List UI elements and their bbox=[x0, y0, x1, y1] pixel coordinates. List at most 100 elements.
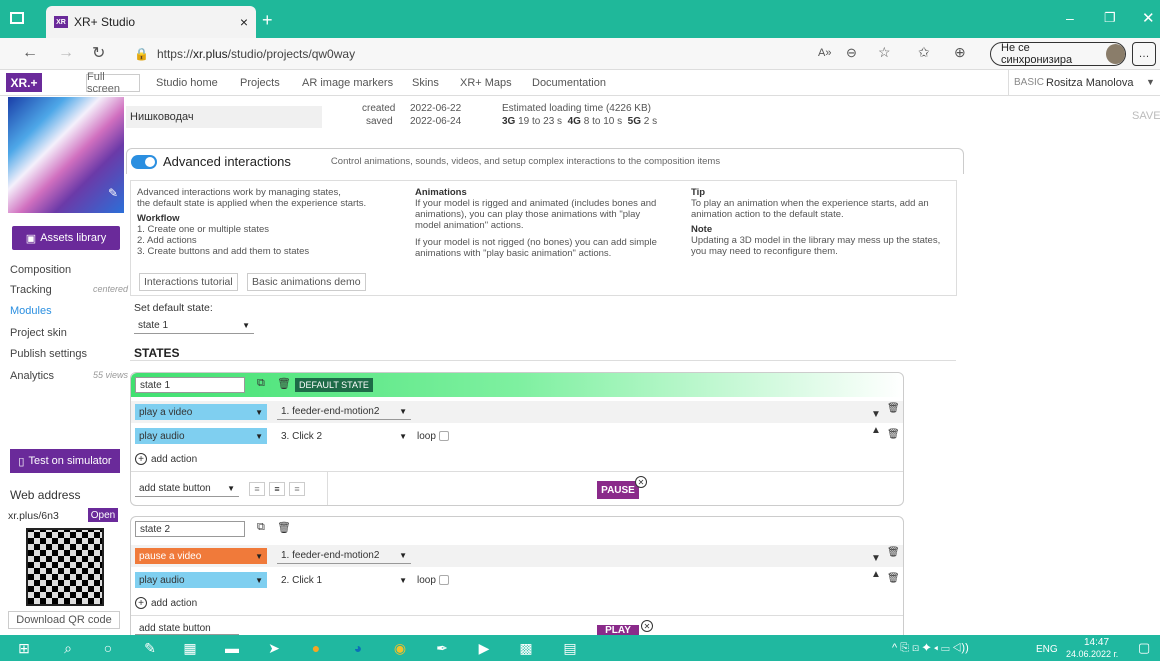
remove-button-icon[interactable]: ✕ bbox=[635, 476, 647, 488]
loop-checkbox[interactable] bbox=[438, 575, 449, 586]
action-target-select[interactable]: 3. Click 2 ▼ bbox=[277, 428, 411, 444]
nav-studio-home[interactable]: Studio home bbox=[156, 77, 218, 89]
favorites-list-icon[interactable]: ✩ bbox=[918, 44, 930, 61]
app-media-icon[interactable]: ▶ bbox=[474, 638, 494, 658]
nav-projects[interactable]: Projects bbox=[240, 77, 280, 89]
app-pen-icon[interactable]: ✎ bbox=[140, 638, 160, 658]
more-menu-icon[interactable]: … bbox=[1132, 42, 1156, 66]
nav-skins[interactable]: Skins bbox=[412, 77, 439, 89]
xr-logo[interactable]: XR.+ bbox=[6, 73, 42, 92]
basic-animations-demo-button[interactable]: Basic animations demo bbox=[247, 273, 366, 291]
save-button[interactable]: SAVE bbox=[1132, 110, 1160, 122]
app-calendar-icon[interactable]: ▩ bbox=[516, 638, 536, 658]
add-action-button[interactable]: + add action bbox=[135, 453, 197, 465]
project-name-input[interactable]: Нишководач bbox=[126, 106, 322, 128]
notification-icon[interactable]: ▢ bbox=[1138, 640, 1150, 656]
action-type-select[interactable]: pause a video ▼ bbox=[135, 548, 267, 564]
action-target-select[interactable]: 1. feeder-end-motion2 ▼ bbox=[277, 404, 411, 420]
download-qr-button[interactable]: Download QR code bbox=[8, 611, 120, 629]
duplicate-icon[interactable]: ⧉ bbox=[257, 377, 265, 390]
tab-actions-icon[interactable] bbox=[10, 12, 24, 24]
default-state-select[interactable]: state 1 ▼ bbox=[134, 318, 254, 334]
align-center-icon[interactable]: ≡ bbox=[269, 482, 285, 496]
back-icon[interactable]: ← bbox=[22, 44, 38, 62]
minimize-icon[interactable]: – bbox=[1066, 10, 1074, 26]
project-thumbnail[interactable] bbox=[8, 97, 124, 213]
assets-library-button[interactable]: ▣ Assets library bbox=[12, 226, 120, 250]
nav-documentation[interactable]: Documentation bbox=[532, 77, 606, 89]
url-field[interactable]: 🔒 https://xr.plus/studio/projects/qw0way bbox=[134, 43, 834, 65]
search-icon[interactable]: ⌕ bbox=[58, 638, 78, 658]
refresh-icon[interactable]: ↻ bbox=[92, 43, 105, 63]
app-brush-icon[interactable]: ✒ bbox=[432, 638, 452, 658]
app-grid-icon[interactable]: ▦ bbox=[180, 638, 200, 658]
browser-tab[interactable]: XR XR+ Studio × bbox=[46, 6, 256, 38]
collections-icon[interactable]: ⊕ bbox=[954, 44, 966, 61]
system-tray-icons[interactable]: ^ ⎘ ⊡ ✦ ◂ ▭ ◁)) bbox=[892, 642, 969, 655]
duplicate-icon[interactable]: ⧉ bbox=[257, 521, 265, 534]
read-aloud-icon[interactable]: A» bbox=[818, 47, 831, 59]
new-tab-icon[interactable]: + bbox=[262, 10, 273, 31]
add-state-button-select[interactable]: add state button ▼ bbox=[135, 481, 239, 497]
pause-state-button[interactable]: PAUSE bbox=[597, 481, 639, 499]
zoom-icon[interactable]: ⊖ bbox=[846, 45, 857, 61]
state-name-input[interactable]: state 1 bbox=[135, 377, 245, 393]
app-notes-icon[interactable]: ▤ bbox=[560, 638, 580, 658]
open-button[interactable]: Open bbox=[88, 508, 118, 522]
move-up-icon[interactable]: ▲ bbox=[871, 569, 881, 580]
sidebar-item-analytics[interactable]: Analytics 55 views bbox=[10, 370, 128, 382]
user-name[interactable]: Rositza Manolova bbox=[1046, 77, 1133, 89]
align-left-icon[interactable]: ≡ bbox=[249, 482, 265, 496]
chrome-icon[interactable]: ◉ bbox=[390, 638, 410, 658]
file-explorer-icon[interactable]: ▬ bbox=[222, 638, 242, 658]
nav-xr-maps[interactable]: XR+ Maps bbox=[460, 77, 512, 89]
edge-icon[interactable]: ◕ bbox=[348, 638, 368, 658]
firefox-icon[interactable]: ● bbox=[306, 638, 326, 658]
state-name-input[interactable]: state 2 bbox=[135, 521, 245, 537]
action-target-select[interactable]: 2. Click 1 ▼ bbox=[277, 572, 411, 588]
user-menu-chevron-icon[interactable]: ▼ bbox=[1146, 77, 1155, 87]
action-type-select[interactable]: play audio ▼ bbox=[135, 428, 267, 444]
sidebar-item-publish-settings[interactable]: Publish settings bbox=[10, 348, 128, 360]
trash-icon[interactable]: 🗑 bbox=[887, 547, 900, 558]
align-right-icon[interactable]: ≡ bbox=[289, 482, 305, 496]
fullscreen-button[interactable]: Full screen bbox=[86, 71, 140, 95]
trash-icon[interactable]: 🗑 bbox=[887, 573, 900, 584]
windows-start-icon[interactable]: ⊞ bbox=[14, 638, 34, 658]
trash-icon[interactable]: 🗑 bbox=[277, 377, 291, 390]
play-state-button[interactable]: PLAY bbox=[597, 625, 639, 635]
move-down-icon[interactable]: ▼ bbox=[871, 553, 881, 564]
move-up-icon[interactable]: ▲ bbox=[871, 425, 881, 436]
trash-icon[interactable]: 🗑 bbox=[887, 429, 900, 440]
clock-time[interactable]: 14:47 bbox=[1084, 637, 1109, 648]
forward-icon[interactable]: → bbox=[58, 44, 74, 62]
language-indicator[interactable]: ENG bbox=[1036, 644, 1058, 655]
cortana-icon[interactable]: ○ bbox=[98, 638, 118, 658]
action-type-select[interactable]: play a video ▼ bbox=[135, 404, 267, 420]
nav-ar-image-markers[interactable]: AR image markers bbox=[302, 77, 393, 89]
interactions-tutorial-button[interactable]: Interactions tutorial bbox=[139, 273, 238, 291]
test-on-simulator-button[interactable]: ▯ Test on simulator bbox=[10, 449, 120, 473]
action-type-select[interactable]: play audio ▼ bbox=[135, 572, 267, 588]
trash-icon[interactable]: 🗑 bbox=[887, 403, 900, 414]
close-tab-icon[interactable]: × bbox=[240, 14, 248, 30]
app-arrow-icon[interactable]: ➤ bbox=[264, 638, 284, 658]
sidebar-item-composition[interactable]: Composition bbox=[10, 264, 128, 276]
close-window-icon[interactable]: ✕ bbox=[1142, 9, 1155, 27]
sidebar-item-modules[interactable]: Modules bbox=[10, 305, 128, 317]
loop-checkbox[interactable] bbox=[438, 431, 449, 442]
clock-date[interactable]: 24.06.2022 г. bbox=[1066, 649, 1118, 659]
favorite-icon[interactable]: ☆ bbox=[878, 44, 891, 61]
action-target-select[interactable]: 1. feeder-end-motion2 ▼ bbox=[277, 548, 411, 564]
trash-icon[interactable]: 🗑 bbox=[277, 521, 291, 534]
advanced-interactions-toggle[interactable] bbox=[131, 154, 157, 169]
add-action-button[interactable]: + add action bbox=[135, 597, 197, 609]
edit-thumbnail-icon[interactable]: ✎ bbox=[108, 186, 118, 200]
sidebar-item-project-skin[interactable]: Project skin bbox=[10, 327, 128, 339]
remove-button-icon[interactable]: ✕ bbox=[641, 620, 653, 632]
move-down-icon[interactable]: ▼ bbox=[871, 409, 881, 420]
add-state-button-select[interactable]: add state button bbox=[135, 623, 239, 635]
restore-icon[interactable]: ❐ bbox=[1104, 10, 1116, 26]
sync-profile-button[interactable]: Не се синхронизира bbox=[990, 42, 1126, 66]
sidebar-item-tracking[interactable]: Tracking centered bbox=[10, 284, 128, 296]
